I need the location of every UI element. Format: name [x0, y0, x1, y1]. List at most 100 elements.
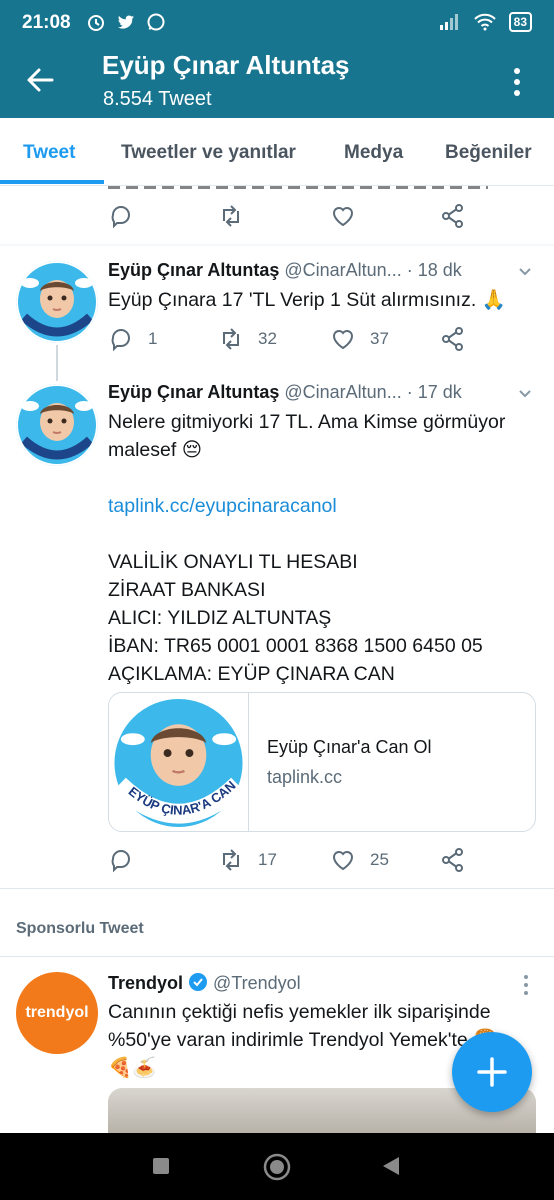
- divider: [0, 244, 554, 246]
- back-icon[interactable]: [381, 1155, 401, 1177]
- recents-icon[interactable]: [152, 1157, 170, 1175]
- share-icon: [442, 327, 463, 351]
- baby-avatar-image: [16, 261, 98, 343]
- plus-icon: [477, 1057, 507, 1087]
- divider: [0, 956, 554, 957]
- share-button[interactable]: [440, 326, 466, 352]
- tweet-link[interactable]: taplink.cc/eyupcinaracanol: [108, 492, 548, 520]
- alarm-icon: [88, 15, 104, 31]
- tweet-actions: 17 25: [108, 847, 468, 877]
- share-button[interactable]: [440, 847, 466, 873]
- like-count: 25: [370, 850, 389, 869]
- tweet-actions: 1 32 37: [108, 326, 468, 356]
- tweet-text-line: Canının çektiği nefis yemekler ilk sipar…: [108, 1001, 491, 1023]
- reply-count: 1: [148, 329, 158, 348]
- compose-tweet-button[interactable]: [452, 1032, 532, 1112]
- like-button[interactable]: 25: [330, 847, 389, 873]
- cut-off-text: [108, 186, 488, 189]
- card-image: EYÜP ÇINAR'A CAN OL!: [109, 693, 249, 831]
- trendyol-logo-text: trendyol: [25, 1004, 89, 1021]
- heart-icon: [332, 851, 354, 871]
- card-title: Eyüp Çınar'a Can Ol: [267, 737, 432, 757]
- app-bar: Eyüp Çınar Altuntaş 8.554 Tweet: [0, 46, 554, 118]
- reply-button[interactable]: 1: [108, 326, 157, 352]
- bank-line: İBAN: TR65 0001 0001 8368 1500 6450 05: [108, 635, 483, 657]
- separator-dot: ·: [406, 382, 413, 402]
- more-options-icon[interactable]: [521, 974, 531, 996]
- author-name[interactable]: Eyüp Çınar Altuntaş: [108, 260, 279, 280]
- avatar[interactable]: [16, 261, 98, 343]
- battery-indicator: 83: [508, 12, 532, 32]
- tab-tweets-and-replies[interactable]: Tweetler ve yanıtlar: [121, 142, 296, 164]
- bank-line: VALİLİK ONAYLI TL HESABI: [108, 551, 358, 573]
- profile-tabs: Tweet Tweetler ve yanıtlar Medya Beğenil…: [0, 118, 554, 186]
- bank-line: ZİRAAT BANKASI: [108, 579, 266, 601]
- whatsapp-icon: [147, 13, 165, 31]
- share-icon: [442, 204, 463, 228]
- retweet-button[interactable]: 17: [218, 847, 277, 873]
- baby-avatar-image: [16, 384, 98, 466]
- author-handle[interactable]: @CinarAltun...: [284, 260, 401, 280]
- reply-icon: [111, 329, 130, 352]
- home-icon[interactable]: [263, 1153, 291, 1181]
- heart-icon: [332, 330, 354, 350]
- tweet-text: Nelere gitmiyorki 17 TL. Ama Kimse görmü…: [108, 408, 548, 688]
- thread-connector: [56, 345, 58, 381]
- chevron-down-icon[interactable]: [518, 387, 532, 401]
- retweet-button[interactable]: [218, 203, 244, 229]
- tweet-header: Eyüp Çınar Altuntaş @CinarAltun... · 17 …: [108, 382, 462, 403]
- status-bar: 21:08 83: [0, 0, 554, 46]
- retweet-icon: [223, 205, 239, 227]
- tweet-count: 8.554 Tweet: [103, 88, 212, 110]
- tab-likes[interactable]: Beğeniler: [445, 142, 532, 164]
- author-name[interactable]: Trendyol: [108, 973, 183, 993]
- bank-line: AÇIKLAMA: EYÜP ÇINARA CAN: [108, 663, 395, 685]
- back-arrow-icon[interactable]: [22, 62, 58, 98]
- heart-icon: [332, 207, 354, 227]
- divider: [0, 888, 554, 889]
- tweet-time: 18 dk: [417, 260, 462, 280]
- retweet-button[interactable]: 32: [218, 326, 277, 352]
- chevron-down-icon[interactable]: [518, 265, 532, 279]
- share-button[interactable]: [440, 203, 466, 229]
- reply-icon: [111, 850, 130, 873]
- author-name[interactable]: Eyüp Çınar Altuntaş: [108, 382, 279, 402]
- verified-badge-icon: [189, 973, 208, 991]
- retweet-count: 17: [258, 850, 277, 869]
- system-nav-bar: [0, 1133, 554, 1200]
- reply-icon: [111, 206, 130, 229]
- share-icon: [442, 848, 463, 872]
- tweet-actions-prev: [108, 203, 468, 233]
- author-handle[interactable]: @Trendyol: [213, 973, 301, 993]
- tweet-header: Eyüp Çınar Altuntaş @CinarAltun... · 18 …: [108, 260, 462, 281]
- trendyol-avatar[interactable]: trendyol: [16, 972, 98, 1054]
- tweet-text: Eyüp Çınara 17 'TL Verip 1 Süt alırmısın…: [108, 289, 506, 311]
- tweet-text-line: Nelere gitmiyorki 17 TL. Ama Kimse görmü…: [108, 411, 506, 433]
- bank-line: ALICI: YILDIZ ALTUNTAŞ: [108, 607, 332, 629]
- tab-media[interactable]: Medya: [344, 142, 403, 164]
- link-preview-card[interactable]: EYÜP ÇINAR'A CAN OL! Eyüp Çınar'a Can Ol…: [108, 692, 536, 832]
- retweet-icon: [223, 849, 239, 871]
- sponsored-label: Sponsorlu Tweet: [16, 920, 144, 937]
- avatar[interactable]: [16, 384, 98, 466]
- tab-tweets[interactable]: Tweet: [23, 142, 75, 164]
- retweet-icon: [223, 328, 239, 350]
- separator-dot: ·: [406, 260, 413, 280]
- retweet-count: 32: [258, 329, 277, 348]
- profile-title: Eyüp Çınar Altuntaş: [102, 50, 350, 80]
- like-count: 37: [370, 329, 389, 348]
- author-handle[interactable]: @CinarAltun...: [284, 382, 401, 402]
- signal-icon: [439, 14, 458, 30]
- twitter-icon: [118, 15, 134, 29]
- reply-button[interactable]: [108, 203, 134, 229]
- active-tab-indicator: [0, 180, 104, 184]
- tweet-header: Trendyol @Trendyol: [108, 972, 301, 994]
- reply-button[interactable]: [108, 847, 134, 873]
- like-button[interactable]: [330, 203, 356, 229]
- tweet-text-line: malesef 😔: [108, 439, 203, 461]
- like-button[interactable]: 37: [330, 326, 389, 352]
- more-options-icon[interactable]: [502, 64, 532, 100]
- status-time: 21:08: [22, 12, 71, 33]
- wifi-icon: [473, 13, 496, 31]
- tweet-time: 17 dk: [417, 382, 462, 402]
